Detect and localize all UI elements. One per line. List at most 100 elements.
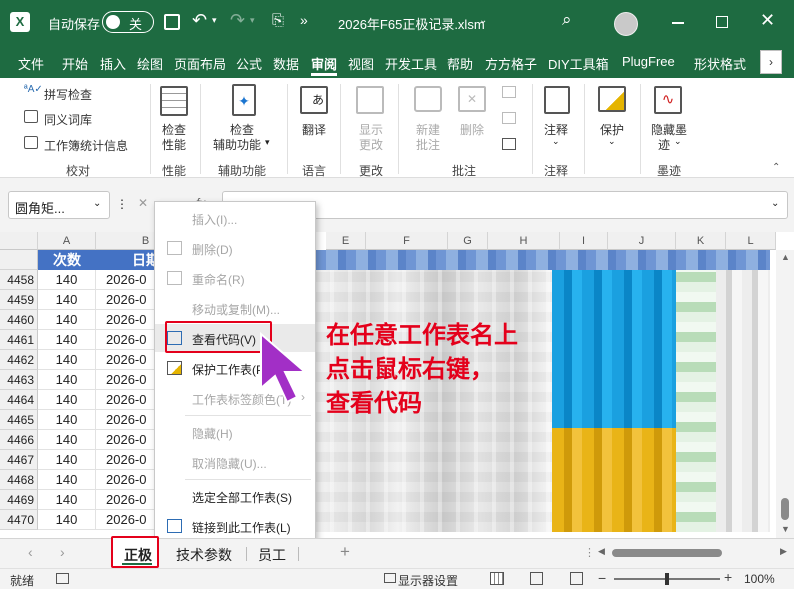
accessibility-dropdown-icon[interactable]: ▾ [265,137,270,148]
name-box-dropdown-icon[interactable]: ⌄ [93,198,101,209]
tab-page-layout[interactable]: 页面布局 [174,54,226,73]
row-4468-header[interactable]: 4468 [0,470,38,490]
new-comment-label-2[interactable]: 批注 [416,136,440,153]
cell-a[interactable]: 140 [38,490,96,510]
more-options-icon[interactable]: ⋮ [116,197,128,211]
spell-check-button[interactable]: 拼写检查 [44,86,92,103]
row-header[interactable] [0,250,38,270]
cell-b[interactable]: 2026-0 [96,390,158,410]
sheet-tab-tech-params[interactable]: 技术参数 [176,545,232,565]
thesaurus-button[interactable]: 同义词库 [44,111,92,128]
cell-b[interactable]: 2026-0 [96,330,158,350]
avatar[interactable] [614,12,638,36]
tab-formulas[interactable]: 公式 [236,54,262,73]
menu-item-move-copy[interactable]: 移动或复制(M)... [155,294,315,322]
cell-a[interactable]: 140 [38,450,96,470]
scroll-down-icon[interactable]: ▼ [781,524,790,534]
cell-b[interactable]: 2026-0 [96,350,158,370]
next-sheet-icon[interactable]: › [60,544,65,560]
tab-help[interactable]: 帮助 [447,54,473,73]
cell-a[interactable]: 140 [38,290,96,310]
tab-split-handle-icon[interactable]: ⋮ [584,546,595,559]
row-4467-header[interactable]: 4467 [0,450,38,470]
row-4464-header[interactable]: 4464 [0,390,38,410]
cell-a[interactable]: 140 [38,470,96,490]
normal-view-icon[interactable] [490,572,504,585]
zoom-slider-thumb[interactable] [665,573,669,585]
cell-b[interactable]: 2026-0 [96,410,158,430]
cell-a[interactable]: 140 [38,270,96,290]
column-header-l[interactable]: L [726,232,776,250]
protect-dropdown-icon[interactable]: ⌄ [608,136,616,147]
expand-formula-icon[interactable]: ⌄ [771,198,779,209]
file-name[interactable]: 2026年F65正极记录.xlsm [338,14,485,33]
cell-a[interactable]: 140 [38,390,96,410]
row-4469-header[interactable]: 4469 [0,490,38,510]
next-comment-icon[interactable] [502,112,516,124]
cell-b[interactable]: 2026-0 [96,290,158,310]
tab-draw[interactable]: 绘图 [137,54,163,73]
maximize-icon[interactable] [716,16,728,28]
zoom-in-icon[interactable]: + [724,569,732,585]
display-settings-button[interactable]: 显示器设置 [398,572,458,589]
row-4463-header[interactable]: 4463 [0,370,38,390]
redo-dropdown-icon[interactable]: ▾ [250,15,255,26]
display-settings-icon[interactable] [384,573,396,583]
zoom-slider[interactable] [614,573,720,585]
cell-a[interactable]: 140 [38,350,96,370]
tab-view[interactable]: 视图 [348,54,374,73]
collapse-ribbon-icon[interactable]: ⌃ [772,162,780,173]
column-header-j[interactable]: J [608,232,676,250]
tab-diy-toolbox[interactable]: DIY工具箱 [548,54,609,73]
menu-item-link-to-sheet[interactable]: 链接到此工作表(L) [155,512,315,540]
tab-review[interactable]: 审阅 [311,54,337,73]
cell-a[interactable]: 140 [38,430,96,450]
add-sheet-icon[interactable]: + [340,542,350,562]
vertical-scrollbar[interactable]: ▲ ▼ [776,250,794,538]
tab-data[interactable]: 数据 [273,54,299,73]
menu-item-unhide[interactable]: 取消隐藏(U)... [155,448,315,476]
check-accessibility-label-2[interactable]: 辅助功能 [213,136,261,153]
show-changes-label-2[interactable]: 更改 [359,136,383,153]
row-4470-header[interactable]: 4470 [0,510,38,530]
minimize-icon[interactable] [672,22,684,24]
column-header-f[interactable]: F [366,232,448,250]
cell-b[interactable]: 2026-0 [96,450,158,470]
prev-sheet-icon[interactable]: ‹ [28,544,33,560]
sheet-tab-staff[interactable]: 员工 [258,545,286,565]
hide-ink-dropdown-icon[interactable]: ⌄ [674,136,682,147]
undo-dropdown-icon[interactable]: ▾ [212,15,217,26]
name-box[interactable]: 圆角矩... ⌄ [8,191,110,219]
menu-item-insert[interactable]: 插入(I)... [155,204,315,232]
cancel-entry-icon[interactable]: ✕ [138,196,148,210]
workbook-stats-button[interactable]: 工作簿统计信息 [44,137,128,154]
row-4460-header[interactable]: 4460 [0,310,38,330]
row-4465-header[interactable]: 4465 [0,410,38,430]
tab-insert[interactable]: 插入 [100,54,126,73]
cell-b[interactable]: 2026-0 [96,310,158,330]
tab-developer[interactable]: 开发工具 [385,54,437,73]
tab-fangfang[interactable]: 方方格子 [485,54,537,73]
undo-icon[interactable]: ↶ [192,10,207,31]
cell-a[interactable]: 140 [38,510,96,530]
redo-icon[interactable]: ↷ [230,10,245,31]
cell-b[interactable]: 2026-0 [96,470,158,490]
tab-scroll-right-icon[interactable]: › [760,50,782,74]
cell-b[interactable]: 2026-0 [96,430,158,450]
horizontal-scroll-right-icon[interactable]: ▶ [780,546,787,557]
menu-item-delete[interactable]: 删除(D) [155,234,315,262]
cell-a[interactable]: 140 [38,310,96,330]
cell-a[interactable]: 140 [38,330,96,350]
hide-ink-label-2[interactable]: 迹 [658,136,670,153]
menu-item-rename[interactable]: 重命名(R) [155,264,315,292]
autosave-toggle[interactable]: 关 [102,11,154,33]
filename-dropdown-icon[interactable]: ⌄ [479,15,487,26]
row-4466-header[interactable]: 4466 [0,430,38,450]
column-header-g[interactable]: G [448,232,488,250]
row-4462-header[interactable]: 4462 [0,350,38,370]
column-header-i[interactable]: I [560,232,608,250]
column-header-k[interactable]: K [676,232,726,250]
customize-qat-icon[interactable]: » [300,12,308,28]
cell-a[interactable]: 140 [38,370,96,390]
horizontal-scroll-left-icon[interactable]: ◀ [598,546,605,557]
